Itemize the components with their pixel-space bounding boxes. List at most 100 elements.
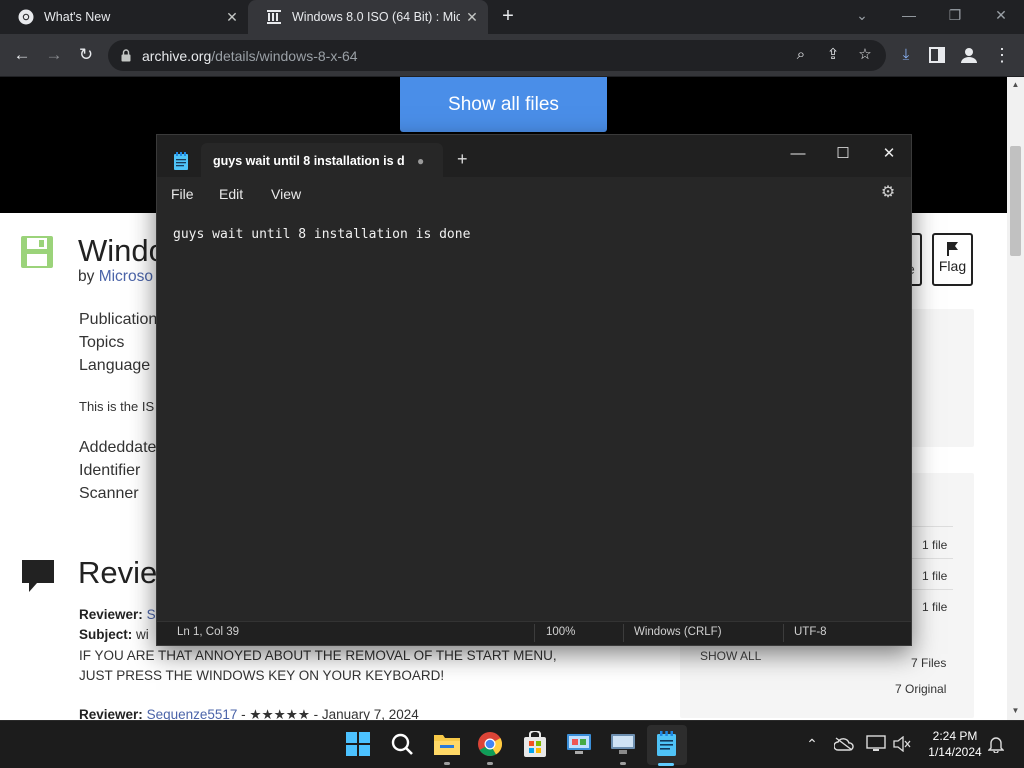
subject-label: Subject:: [79, 627, 133, 642]
cursor-position: Ln 1, Col 39: [177, 626, 240, 638]
notepad-close-button[interactable]: ✕: [869, 141, 909, 167]
tab-windows-iso[interactable]: Windows 8.0 ISO (64 Bit) : Micro ✕: [248, 0, 488, 34]
flag-button[interactable]: Flag: [932, 233, 973, 286]
menu-edit[interactable]: Edit: [219, 186, 243, 202]
author-link[interactable]: Microso: [99, 268, 153, 285]
scrollbar-thumb[interactable]: [1010, 146, 1021, 256]
clock-time: 2:24 PM: [932, 729, 978, 743]
meta-label: Topics: [79, 334, 125, 351]
file-count[interactable]: 1 file: [922, 569, 947, 583]
review-body-line: IF YOU ARE THAT ANNOYED ABOUT THE REMOVA…: [79, 648, 557, 663]
total-files: 7 Files: [911, 656, 947, 670]
close-window-button[interactable]: ✕: [987, 4, 1015, 26]
total-original: 7 Original: [895, 682, 947, 696]
review-rating-date: - ★★★★★ - January 7, 2024: [237, 707, 419, 720]
control-panel-icon[interactable]: [566, 733, 592, 755]
menu-view[interactable]: View: [271, 186, 301, 202]
zoom-level: 100%: [546, 626, 576, 638]
bookmark-star-icon[interactable]: ☆: [855, 45, 875, 65]
notepad-content[interactable]: guys wait until 8 installation is done: [173, 227, 470, 242]
review-reviewer-line: Reviewer: S: [79, 607, 156, 622]
file-count[interactable]: 1 file: [922, 538, 947, 552]
search-icon[interactable]: [391, 733, 414, 756]
reviews-heading: Revie: [78, 555, 158, 590]
tab-search-chevron-icon[interactable]: ⌄: [848, 4, 876, 26]
meta-label: Identifier: [79, 462, 141, 479]
lock-icon: [121, 49, 131, 62]
scroll-up-arrow-icon[interactable]: ▲: [1007, 80, 1024, 89]
file-explorer-icon[interactable]: [434, 733, 460, 755]
by-label: by: [78, 268, 95, 285]
back-button[interactable]: ←: [11, 44, 33, 66]
chrome-icon[interactable]: [478, 732, 502, 756]
show-all-link[interactable]: SHOW ALL: [700, 649, 761, 663]
notepad-maximize-button[interactable]: ☐: [823, 141, 863, 167]
show-all-files-button[interactable]: Show all files: [400, 77, 607, 132]
tab-title: What's New: [44, 10, 111, 24]
review-body-line: JUST PRESS THE WINDOWS KEY ON YOUR KEYBO…: [79, 668, 445, 683]
item-byline: by Microso: [78, 268, 153, 286]
system-clock[interactable]: 2:24 PM 1/14/2024: [920, 728, 990, 760]
notification-bell-icon[interactable]: [988, 735, 1004, 753]
notepad-text-area[interactable]: [157, 211, 911, 620]
profile-icon[interactable]: [960, 46, 978, 64]
menu-kebab-icon[interactable]: ⋮: [992, 45, 1012, 65]
notepad-icon: [174, 152, 188, 170]
minimize-button[interactable]: —: [895, 4, 923, 26]
review-subject: wi: [136, 627, 149, 642]
status-divider: [623, 624, 624, 642]
menu-file[interactable]: File: [171, 186, 194, 202]
network-icon[interactable]: [866, 735, 886, 752]
restore-button[interactable]: ❐: [941, 4, 969, 26]
side-panel-icon[interactable]: [929, 47, 945, 63]
meta-label: Scanner: [79, 485, 139, 502]
notepad-minimize-button[interactable]: —: [778, 141, 818, 167]
scroll-down-arrow-icon[interactable]: ▼: [1007, 706, 1024, 715]
review-reviewer-line: Reviewer: Sequenze5517 - ★★★★★ - January…: [79, 707, 419, 720]
close-tab-icon[interactable]: ✕: [224, 9, 240, 25]
encoding: UTF-8: [794, 626, 827, 638]
file-count[interactable]: 1 file: [922, 600, 947, 614]
tray-overflow-chevron-icon[interactable]: ⌃: [802, 734, 822, 754]
floppy-disk-icon: [21, 236, 53, 268]
meta-label: Language: [79, 357, 151, 374]
notepad-new-tab-button[interactable]: +: [457, 149, 468, 170]
reviews-speech-icon: [22, 560, 54, 592]
settings-gear-icon[interactable]: ⚙: [879, 184, 897, 202]
url-text[interactable]: archive.org/details/windows-8-x-64: [142, 48, 358, 64]
archive-org-icon: [267, 10, 281, 24]
notepad-icon[interactable]: [656, 731, 677, 756]
url-host: archive.org: [142, 48, 212, 64]
status-divider: [534, 624, 535, 642]
volume-muted-icon[interactable]: [893, 736, 911, 752]
reload-button[interactable]: ↻: [75, 44, 97, 66]
tab-title: Windows 8.0 ISO (64 Bit) : Micro: [292, 10, 460, 24]
clock-date: 1/14/2024: [928, 745, 982, 759]
running-indicator: [620, 762, 626, 765]
unsaved-dot-icon[interactable]: ●: [417, 154, 424, 168]
reviewer-link[interactable]: S: [147, 607, 156, 622]
reviewer-link[interactable]: Sequenze5517: [147, 707, 238, 720]
running-indicator: [487, 762, 493, 765]
reviewer-label: Reviewer:: [79, 607, 143, 622]
share-icon[interactable]: ⇪: [823, 45, 843, 65]
windows-start-icon[interactable]: [346, 732, 370, 756]
reviewer-label: Reviewer:: [79, 707, 143, 720]
microsoft-store-icon[interactable]: [523, 731, 547, 757]
onedrive-offline-icon[interactable]: [834, 737, 854, 751]
item-description: This is the IS: [79, 399, 155, 414]
url-path: /details/windows-8-x-64: [211, 48, 358, 64]
forward-button[interactable]: →: [43, 44, 65, 66]
search-icon[interactable]: ⌕: [791, 45, 811, 65]
flag-label: Flag: [938, 258, 967, 274]
notepad-tab-title: guys wait until 8 installation is d: [213, 154, 405, 168]
close-tab-icon[interactable]: ✕: [464, 9, 480, 25]
download-icon[interactable]: ⤓: [896, 45, 916, 65]
new-tab-button[interactable]: +: [496, 6, 520, 28]
meta-label: Publication: [79, 311, 158, 328]
flag-icon: [946, 242, 958, 256]
remote-desktop-icon[interactable]: [610, 733, 636, 755]
tab-whats-new[interactable]: What's New ✕: [0, 0, 248, 34]
meta-label: Addeddate: [79, 439, 157, 456]
active-app-indicator: [658, 763, 674, 766]
